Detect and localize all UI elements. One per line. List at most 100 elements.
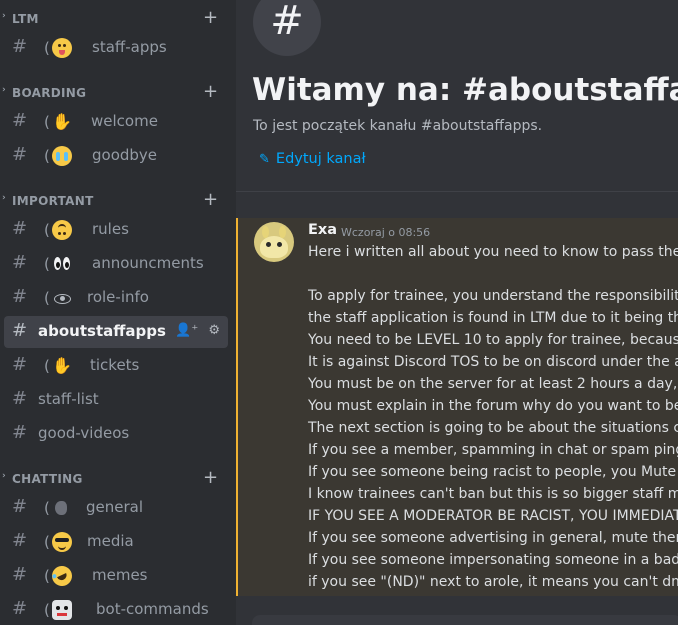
channel-prefix: (	[44, 601, 50, 619]
sunglasses-face-icon	[52, 532, 72, 552]
highlighted-message[interactable]: Exa Wczoraj o 08:56 Here i written all a…	[236, 218, 678, 596]
category-chatting[interactable]: › CHATTING +	[0, 467, 236, 490]
message-line: IF YOU SEE A MODERATOR BE RACIST, YOU IM…	[308, 508, 678, 524]
create-channel-icon[interactable]: +	[203, 7, 218, 28]
divider	[236, 191, 678, 192]
channel-rules[interactable]: # ( rules	[4, 214, 228, 246]
hash-icon: #	[12, 252, 28, 273]
avatar[interactable]	[254, 222, 294, 262]
channel-label: aboutstaffapps	[38, 322, 166, 340]
welcome-title: Witamy na: #aboutstaffapps!	[252, 72, 678, 108]
channel-prefix: (	[44, 533, 50, 551]
chevron-down-icon: ›	[2, 11, 7, 21]
channel-label: announcments	[92, 254, 204, 272]
edit-channel-label: Edytuj kanał	[275, 151, 366, 167]
channel-prefix: (	[44, 357, 50, 375]
channel-prefix: (	[44, 255, 50, 273]
chevron-down-icon: ›	[2, 85, 7, 95]
chat-area: # Witamy na: #aboutstaffapps! To jest po…	[236, 0, 678, 625]
message-line: If you see someone being racist to peopl…	[308, 464, 678, 480]
channel-tools: 👤⁺ ⚙	[169, 323, 220, 338]
waving-hand-icon: ✋	[52, 112, 72, 131]
add-member-icon[interactable]: 👤⁺	[175, 323, 198, 338]
create-channel-icon[interactable]: +	[203, 189, 218, 210]
message-line: It is against Discord TOS to be on disco…	[308, 354, 678, 370]
message-line: if you see "(ND)" next to arole, it mean…	[308, 574, 678, 590]
hash-icon: #	[12, 144, 28, 165]
speaking-head-icon	[52, 498, 72, 518]
channel-tickets[interactable]: # ( ✋ tickets	[4, 350, 228, 382]
channel-label: rules	[92, 220, 129, 238]
channel-welcome[interactable]: # ( ✋ welcome	[4, 106, 228, 138]
hash-icon: #	[12, 422, 28, 443]
category-label: IMPORTANT	[12, 194, 94, 208]
upside-down-face-icon	[52, 220, 72, 240]
hash-icon: #	[12, 286, 28, 307]
category-label: LTM	[12, 12, 39, 26]
gear-icon[interactable]: ⚙	[208, 323, 220, 338]
category-important[interactable]: › IMPORTANT +	[0, 189, 236, 212]
hash-icon: #	[12, 388, 28, 409]
channel-aboutstaffapps[interactable]: # aboutstaffapps 👤⁺ ⚙	[4, 316, 228, 348]
hash-icon: #	[12, 320, 28, 341]
channel-prefix: (	[44, 39, 50, 57]
message-line: You must be on the server for at least 2…	[308, 376, 678, 392]
message-line: If you see someone impersonating someone…	[308, 552, 678, 568]
channel-general[interactable]: # ( general	[4, 492, 228, 524]
raised-hand-icon: ✋	[52, 356, 72, 375]
channel-media[interactable]: # ( media	[4, 526, 228, 558]
hash-icon: #	[12, 218, 28, 239]
channel-label: welcome	[91, 112, 158, 130]
hash-icon: #	[12, 598, 28, 619]
category-label: BOARDING	[12, 86, 87, 100]
message-line: the staff application is found in LTM du…	[308, 310, 678, 326]
channel-label: role-info	[87, 288, 149, 306]
pencil-icon: ✎	[259, 152, 270, 167]
message-line: You need to be LEVEL 10 to apply for tra…	[308, 332, 678, 348]
chevron-down-icon: ›	[2, 193, 7, 203]
hash-icon: #	[12, 36, 28, 57]
category-label: CHATTING	[12, 472, 83, 486]
channel-good-videos[interactable]: # good-videos	[4, 418, 228, 450]
channel-role-info[interactable]: # ( role-info	[4, 282, 228, 314]
channel-hash-icon: #	[253, 0, 321, 56]
rolling-laughing-face-icon	[48, 562, 76, 590]
channel-label: good-videos	[38, 424, 130, 442]
hash-icon: #	[12, 354, 28, 375]
message-author[interactable]: Exa	[308, 222, 337, 238]
create-channel-icon[interactable]: +	[203, 467, 218, 488]
eye-icon	[52, 288, 72, 308]
channel-staff-list[interactable]: # staff-list	[4, 384, 228, 416]
channel-label: staff-apps	[92, 38, 167, 56]
channel-sidebar: › LTM + › BOARDING + › IMPORTANT + › CHA…	[0, 0, 236, 625]
channel-label: staff-list	[38, 390, 99, 408]
welcome-subtitle: To jest początek kanału #aboutstaffapps.	[253, 118, 543, 134]
tongue-face-icon	[52, 38, 72, 58]
message-line: To apply for trainee, you understand the…	[308, 288, 678, 304]
message-composer[interactable]	[252, 615, 678, 625]
message-line: You must explain in the forum why do you…	[308, 398, 678, 414]
create-channel-icon[interactable]: +	[203, 81, 218, 102]
channel-memes[interactable]: # ( memes	[4, 560, 228, 592]
channel-prefix: (	[44, 113, 50, 131]
channel-label: general	[86, 498, 144, 516]
channel-announcments[interactable]: # ( announcments	[4, 248, 228, 280]
crying-face-icon	[52, 146, 72, 166]
channel-goodbye[interactable]: # ( goodbye	[4, 140, 228, 172]
hash-icon: #	[12, 110, 28, 131]
channel-bot-commands[interactable]: # ( bot-commands	[4, 594, 228, 625]
channel-label: goodbye	[92, 146, 158, 164]
hash-icon: #	[12, 496, 28, 517]
message-timestamp: Wczoraj o 08:56	[341, 226, 431, 239]
chevron-down-icon: ›	[2, 471, 7, 481]
category-ltm[interactable]: › LTM +	[0, 7, 236, 30]
channel-label: bot-commands	[96, 600, 209, 618]
category-boarding[interactable]: › BOARDING +	[0, 81, 236, 104]
eyes-icon	[52, 254, 72, 274]
message-line: Here i written all about you need to kno…	[308, 244, 678, 260]
edit-channel-link[interactable]: ✎ Edytuj kanał	[259, 151, 366, 167]
hash-icon: #	[12, 564, 28, 585]
channel-prefix: (	[44, 221, 50, 239]
channel-prefix: (	[44, 289, 50, 307]
channel-staff-apps[interactable]: # ( staff-apps	[4, 32, 228, 64]
